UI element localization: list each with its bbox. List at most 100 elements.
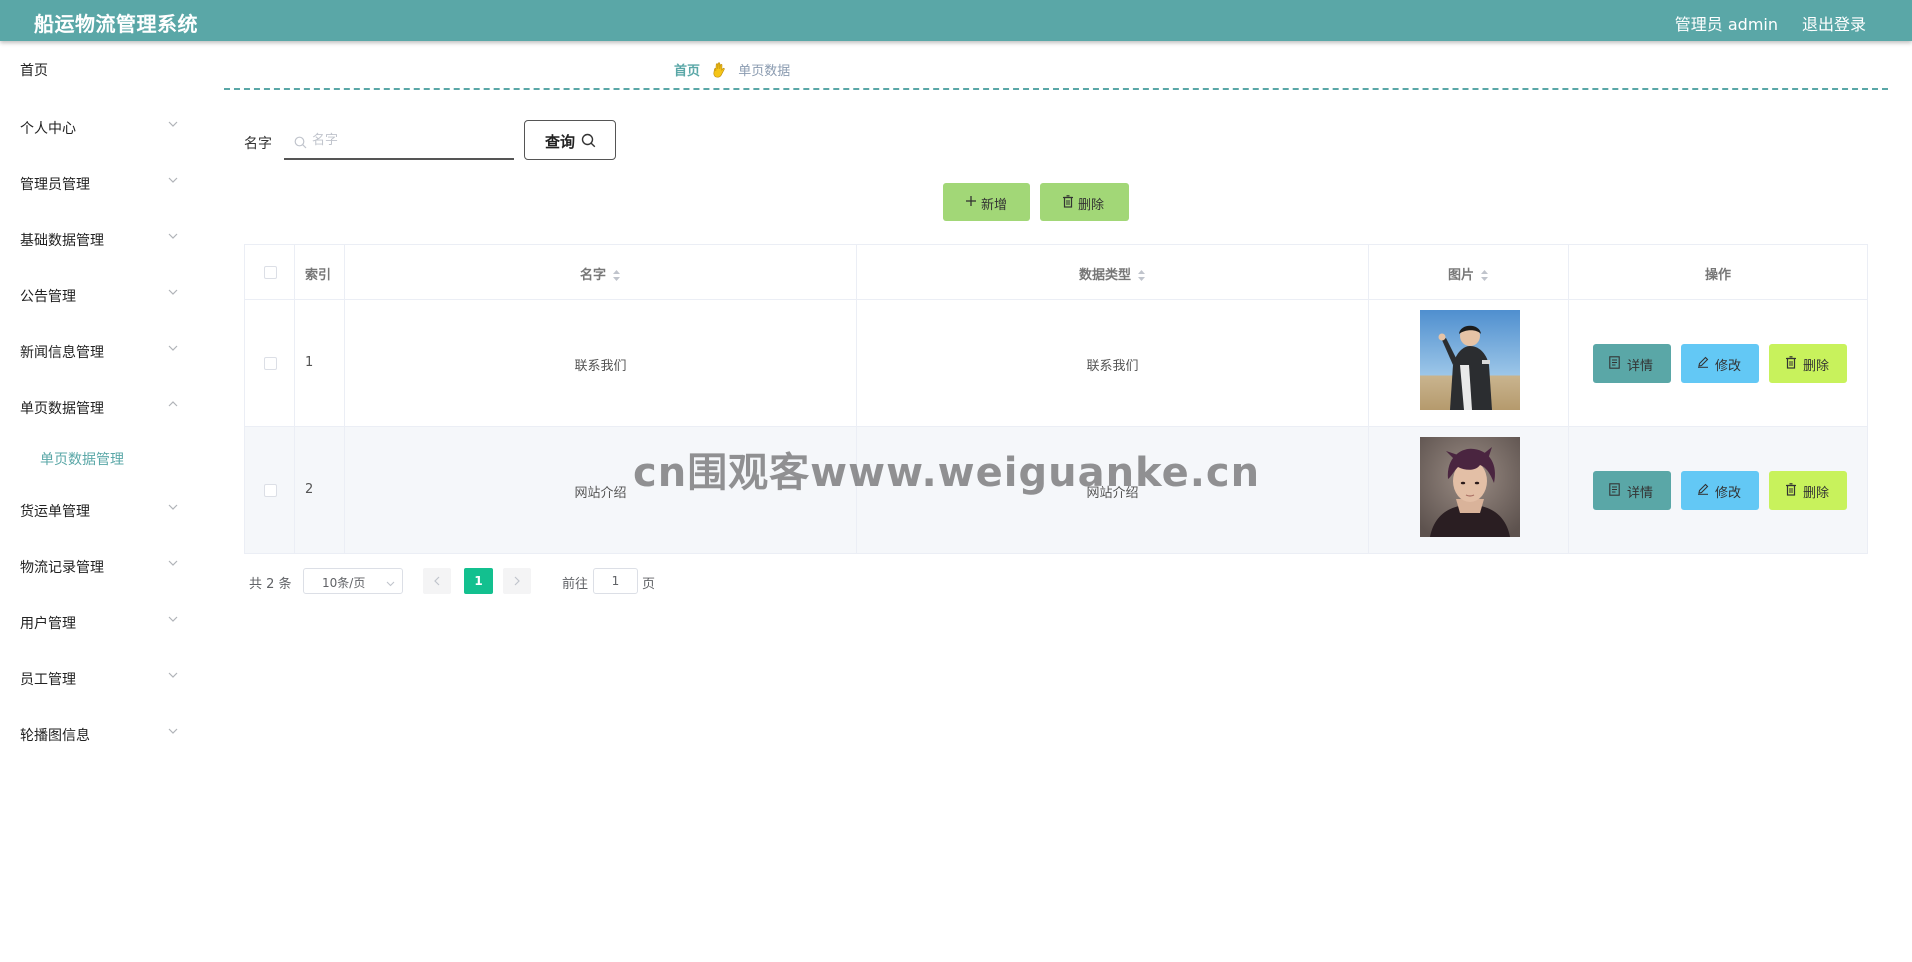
edit-button[interactable]: 修改 — [1681, 344, 1759, 383]
add-button-label: 新增 — [981, 198, 1008, 213]
row-name: 网站介绍 — [574, 486, 627, 501]
row-checkbox[interactable] — [264, 357, 277, 370]
row-type-cell: 网站介绍 — [857, 427, 1369, 553]
sidebar-item-basic-data[interactable]: 基础数据管理 — [0, 218, 200, 258]
search-input[interactable] — [312, 128, 508, 152]
header-index-cell: 索引 — [295, 245, 345, 299]
detail-button[interactable]: 详情 — [1593, 471, 1671, 510]
chevron-up-icon — [168, 397, 178, 411]
sidebar-item-single-page[interactable]: 单页数据管理 — [0, 386, 200, 426]
chevron-down-icon — [168, 612, 178, 626]
document-icon — [1609, 356, 1620, 373]
person-photo-2[interactable] — [1420, 437, 1520, 537]
row-checkbox-cell — [245, 427, 295, 553]
goto-label: 前往 — [562, 577, 589, 592]
sidebar-item-users[interactable]: 用户管理 — [0, 601, 200, 641]
page-number-current[interactable]: 1 — [464, 568, 493, 594]
sidebar-item-label: 员工管理 — [20, 672, 76, 688]
batch-delete-button[interactable]: 删除 — [1040, 183, 1129, 221]
delete-button[interactable]: 删除 — [1769, 344, 1847, 383]
sidebar-item-staff[interactable]: 员工管理 — [0, 657, 200, 697]
edit-button-label: 修改 — [1715, 486, 1742, 501]
sidebar-item-label: 个人中心 — [20, 121, 76, 137]
sidebar-item-admin[interactable]: 管理员管理 — [0, 162, 200, 202]
prev-page-button[interactable] — [423, 568, 451, 594]
edit-icon — [1697, 356, 1709, 372]
row-operation-cell: 详情 修改 删除 — [1569, 427, 1867, 553]
table-row: 2 网站介绍 网站介绍 详情 修改 删除 — [245, 427, 1867, 554]
delete-button-label: 删除 — [1803, 486, 1830, 501]
sidebar-item-profile[interactable]: 个人中心 — [0, 106, 200, 146]
chevron-down-icon — [168, 117, 178, 131]
edit-icon — [1697, 483, 1709, 499]
submenu-item-single-page[interactable]: 单页数据管理 — [0, 437, 200, 477]
header-operation: 操作 — [1704, 268, 1731, 283]
sidebar-menu: 首页 个人中心 管理员管理 基础数据管理 公告管理 新闻信息管理 单页数据管理 … — [0, 41, 200, 962]
breadcrumb-divider — [224, 88, 1888, 90]
sidebar-item-label: 轮播图信息 — [20, 728, 90, 744]
detail-button-label: 详情 — [1627, 486, 1654, 501]
chevron-down-icon — [168, 724, 178, 738]
sidebar-item-label: 用户管理 — [20, 616, 76, 632]
sidebar-item-freight[interactable]: 货运单管理 — [0, 489, 200, 529]
header-data-type: 数据类型 — [1078, 268, 1131, 283]
chevron-down-icon — [386, 577, 395, 592]
sidebar-item-label: 新闻信息管理 — [20, 345, 104, 361]
row-image-cell — [1369, 300, 1569, 426]
app-title: 船运物流管理系统 — [34, 12, 198, 36]
row-index-cell: 1 — [295, 300, 345, 426]
row-type-cell: 联系我们 — [857, 300, 1369, 426]
trash-icon — [1785, 356, 1797, 373]
row-index-cell: 2 — [295, 427, 345, 553]
chevron-down-icon — [168, 668, 178, 682]
edit-button[interactable]: 修改 — [1681, 471, 1759, 510]
delete-button[interactable]: 删除 — [1769, 471, 1847, 510]
search-label: 名字 — [244, 136, 272, 152]
chevron-left-icon — [434, 576, 440, 586]
add-button[interactable]: 新增 — [943, 183, 1030, 221]
header-image-wrapper: 图片 — [1369, 264, 1568, 286]
sidebar-item-notice[interactable]: 公告管理 — [0, 274, 200, 314]
sidebar-item-label: 货运单管理 — [20, 504, 90, 520]
sidebar-item-label: 管理员管理 — [20, 177, 90, 193]
select-all-checkbox[interactable] — [264, 266, 277, 279]
query-button[interactable]: 查询 — [524, 120, 616, 160]
hand-icon — [712, 62, 726, 82]
row-checkbox[interactable] — [264, 484, 277, 497]
sidebar-item-carousel[interactable]: 轮播图信息 — [0, 713, 200, 753]
sidebar-item-news[interactable]: 新闻信息管理 — [0, 330, 200, 370]
page-size-select[interactable]: 10条/页 — [303, 568, 403, 594]
next-page-button[interactable] — [503, 568, 531, 594]
header-name-cell[interactable]: 名字 — [345, 245, 857, 299]
header-operation-cell: 操作 — [1569, 245, 1867, 299]
sidebar-item-logistics[interactable]: 物流记录管理 — [0, 545, 200, 585]
sort-icon[interactable] — [612, 269, 621, 286]
chevron-down-icon — [168, 285, 178, 299]
header-image: 图片 — [1447, 268, 1474, 283]
search-field — [284, 122, 514, 160]
breadcrumb-home[interactable]: 首页 — [674, 64, 700, 79]
sort-icon[interactable] — [1137, 269, 1146, 286]
detail-button[interactable]: 详情 — [1593, 344, 1671, 383]
breadcrumb-current: 单页数据 — [738, 64, 791, 79]
logout-link[interactable]: 退出登录 — [1802, 11, 1866, 35]
header-type-cell[interactable]: 数据类型 — [857, 245, 1369, 299]
header-image-cell[interactable]: 图片 — [1369, 245, 1569, 299]
person-photo-1[interactable] — [1420, 310, 1520, 410]
goto-page-input[interactable] — [593, 568, 638, 594]
delete-button-label: 删除 — [1803, 359, 1830, 374]
chevron-down-icon — [168, 341, 178, 355]
sidebar-item-label: 单页数据管理 — [20, 401, 104, 417]
header-type-wrapper: 数据类型 — [857, 264, 1368, 286]
sidebar-item-label: 物流记录管理 — [20, 560, 104, 576]
row-checkbox-cell — [245, 300, 295, 426]
sort-icon[interactable] — [1480, 269, 1489, 286]
sidebar-item-label: 首页 — [20, 63, 48, 79]
page-size-value: 10条/页 — [322, 576, 366, 590]
row-name-cell: 网站介绍 — [345, 427, 857, 553]
sidebar-item-home[interactable]: 首页 — [0, 48, 200, 88]
plus-icon — [965, 195, 977, 211]
row-data-type: 联系我们 — [1086, 359, 1139, 374]
header-checkbox-cell — [245, 245, 295, 299]
header-name: 名字 — [579, 268, 606, 283]
